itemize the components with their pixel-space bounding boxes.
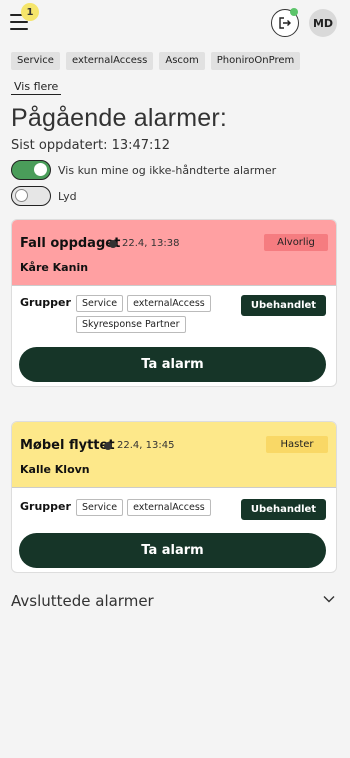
filter-chip[interactable]: Ascom: [159, 52, 205, 70]
alarm-time-text: 22.4, 13:38: [122, 238, 180, 249]
sound-toggle-row: Lyd: [11, 186, 77, 206]
alarm-time-text: 22.4, 13:45: [117, 440, 175, 451]
take-alarm-button[interactable]: Ta alarm: [19, 347, 326, 382]
sound-label: Lyd: [58, 189, 77, 203]
groups-label: Grupper: [20, 296, 71, 309]
status-button[interactable]: Ubehandlet: [241, 295, 326, 316]
group-tags: Service externalAccess: [76, 499, 236, 516]
user-avatar[interactable]: MD: [309, 9, 337, 37]
clock-icon: [104, 441, 112, 450]
filter-chip[interactable]: externalAccess: [65, 52, 154, 70]
filter-chip[interactable]: Service: [11, 52, 60, 70]
alarm-title: Møbel flyttet: [20, 438, 115, 453]
alarm-time: 22.4, 13:45: [104, 440, 174, 451]
group-tag: Service: [76, 295, 124, 312]
alarm-card: Møbel flyttet 22.4, 13:45 Kalle Klovn Ha…: [11, 421, 337, 573]
sound-toggle[interactable]: [11, 186, 51, 206]
priority-badge: Haster: [266, 436, 328, 453]
clock-icon: [109, 239, 117, 248]
status-button[interactable]: Ubehandlet: [241, 499, 326, 520]
priority-badge: Alvorlig: [264, 234, 328, 251]
mine-only-toggle[interactable]: [11, 160, 51, 180]
group-tag: externalAccess: [127, 499, 211, 516]
group-tag: Service: [76, 499, 124, 516]
alarm-time: 22.4, 13:38: [109, 238, 179, 249]
group-tags: Service externalAccess Skyresponse Partn…: [76, 295, 236, 333]
alarm-card: Fall oppdaget 22.4, 13:38 Kåre Kanin Alv…: [11, 219, 337, 387]
app-header: 1 MD: [0, 0, 350, 44]
mine-only-label: Vis kun mine og ikke-håndterte alarmer: [58, 163, 277, 177]
alarm-person: Kåre Kanin: [20, 261, 89, 274]
groups-label: Grupper: [20, 500, 71, 513]
mine-only-toggle-row: Vis kun mine og ikke-håndterte alarmer: [11, 160, 276, 180]
closed-alarms-title: Avsluttede alarmer: [11, 592, 154, 610]
filter-chips: Service externalAccess Ascom PhoniroOnPr…: [11, 52, 301, 70]
online-status-dot: [290, 8, 298, 16]
alarm-card-header[interactable]: Fall oppdaget 22.4, 13:38 Kåre Kanin Alv…: [12, 220, 336, 286]
notification-badge: 1: [21, 3, 39, 21]
alarm-title: Fall oppdaget: [20, 236, 121, 251]
logout-icon: [279, 17, 291, 29]
take-alarm-button[interactable]: Ta alarm: [19, 533, 326, 568]
closed-alarms-section[interactable]: Avsluttede alarmer: [11, 590, 337, 614]
alarm-person: Kalle Klovn: [20, 463, 90, 476]
page-title: Pågående alarmer:: [11, 104, 228, 132]
show-more-link[interactable]: Vis flere: [11, 80, 62, 95]
group-tag: Skyresponse Partner: [76, 316, 186, 333]
alarm-card-header[interactable]: Møbel flyttet 22.4, 13:45 Kalle Klovn Ha…: [12, 422, 336, 488]
last-updated-text: Sist oppdatert: 13:47:12: [11, 138, 170, 153]
filter-chip[interactable]: PhoniroOnPrem: [210, 52, 301, 70]
group-tag: externalAccess: [127, 295, 211, 312]
chevron-down-icon: [323, 596, 335, 603]
